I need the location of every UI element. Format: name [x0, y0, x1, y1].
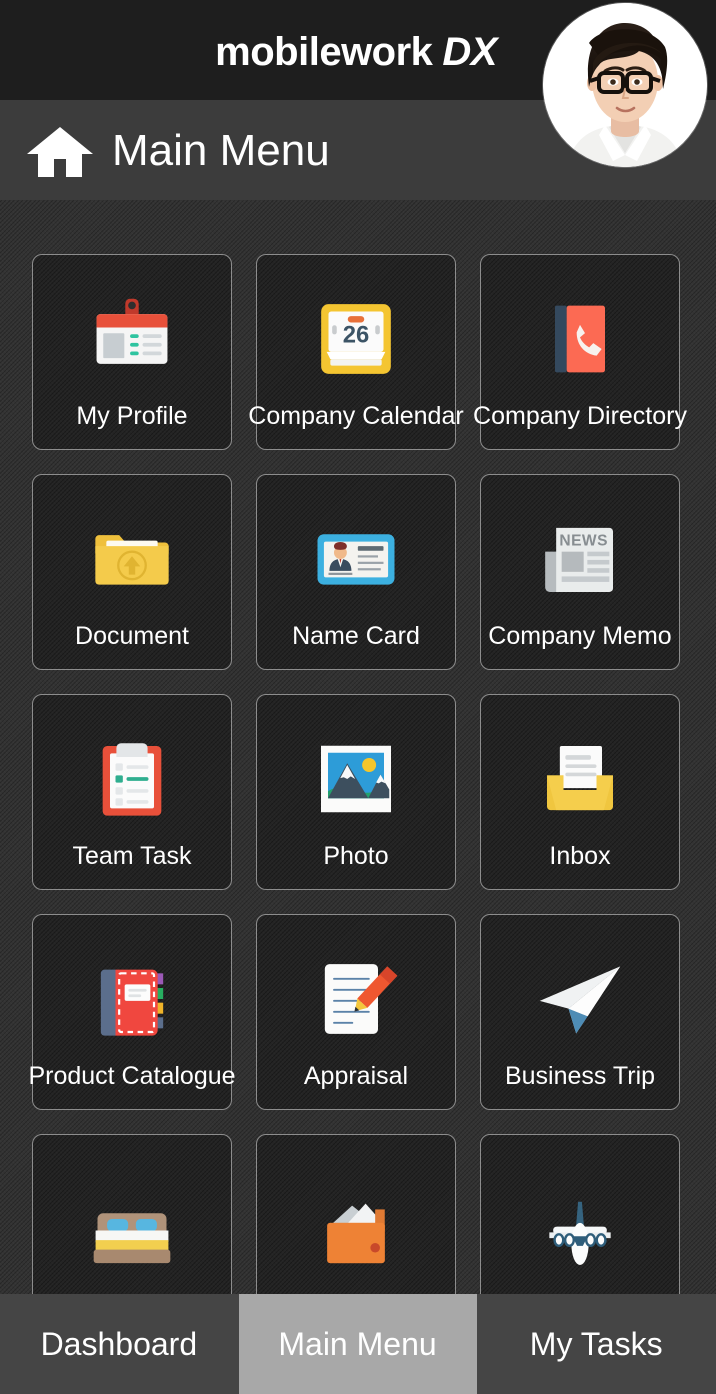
- menu-tile-label: Inbox: [549, 842, 611, 870]
- phone-book-icon: [532, 291, 628, 387]
- avatar[interactable]: [543, 3, 707, 167]
- menu-tile-label: Name Card: [292, 622, 420, 650]
- id-badge-icon: [84, 291, 180, 387]
- calendar-icon: 26: [308, 291, 404, 387]
- tab-main-menu[interactable]: Main Menu: [238, 1294, 478, 1394]
- notebook-icon: [84, 951, 180, 1047]
- menu-tile-label: Business Trip: [504, 1062, 656, 1090]
- menu-tile-company-calendar[interactable]: 26 Company Calendar: [248, 254, 464, 450]
- tab-my-tasks[interactable]: My Tasks: [477, 1294, 716, 1394]
- wallet-icon: [308, 1171, 404, 1267]
- bed-icon: [84, 1171, 180, 1267]
- inbox-tray-icon: [532, 731, 628, 827]
- bottom-tab-bar: Dashboard Main Menu My Tasks: [0, 1294, 716, 1394]
- menu-grid-area: My Profile 26 Company Calendar Company D…: [0, 200, 716, 1294]
- name-card-icon: [308, 511, 404, 607]
- menu-tile-label: Company Calendar: [248, 402, 464, 430]
- menu-tile-document[interactable]: Document: [32, 474, 232, 670]
- airplane-icon: [532, 1171, 628, 1267]
- menu-tile-inbox[interactable]: Inbox: [480, 694, 680, 890]
- newspaper-icon: NEWS: [532, 511, 628, 607]
- newspaper-masthead: NEWS: [559, 532, 608, 549]
- menu-tile-label: Product Catalogue: [28, 1062, 236, 1090]
- paper-plane-icon: [532, 951, 628, 1047]
- home-icon[interactable]: [26, 126, 94, 178]
- menu-tile-label: Photo: [323, 842, 389, 870]
- menu-tile-label: My Profile: [76, 402, 188, 430]
- menu-tile-label: Appraisal: [303, 1062, 409, 1090]
- photo-icon: [308, 731, 404, 827]
- menu-tile-accommodation[interactable]: [32, 1134, 232, 1294]
- menu-tile-product-catalogue[interactable]: Product Catalogue: [28, 914, 236, 1110]
- pencil-paper-icon: [308, 951, 404, 1047]
- menu-tile-business-trip[interactable]: Business Trip: [480, 914, 680, 1110]
- menu-tile-name-card[interactable]: Name Card: [256, 474, 456, 670]
- brand-name: mobilework: [215, 30, 433, 74]
- menu-tile-my-profile[interactable]: My Profile: [32, 254, 232, 450]
- tab-dashboard[interactable]: Dashboard: [0, 1294, 239, 1394]
- tab-label: My Tasks: [529, 1325, 663, 1362]
- clipboard-icon: [84, 731, 180, 827]
- menu-tile-appraisal[interactable]: Appraisal: [256, 914, 456, 1110]
- app-logo: mobilework DX: [215, 30, 497, 75]
- page-title: Main Menu: [112, 126, 330, 175]
- tab-label: Dashboard: [40, 1325, 198, 1362]
- menu-tile-label: Company Memo: [488, 622, 672, 650]
- menu-tile-company-memo[interactable]: NEWS Company Memo: [480, 474, 680, 670]
- menu-tile-label: Document: [75, 622, 189, 650]
- folder-upload-icon: [84, 511, 180, 607]
- menu-tile-company-directory[interactable]: Company Directory: [473, 254, 687, 450]
- menu-tile-label: Company Directory: [473, 402, 687, 430]
- app-screen: mobilework DX Main Menu My Profile 26 Co…: [0, 0, 716, 1394]
- menu-tile-photo[interactable]: Photo: [256, 694, 456, 890]
- menu-tile-team-task[interactable]: Team Task: [32, 694, 232, 890]
- menu-tile-label: Team Task: [72, 842, 192, 870]
- tab-label: Main Menu: [278, 1325, 437, 1362]
- menu-grid: My Profile 26 Company Calendar Company D…: [28, 254, 687, 1294]
- calendar-day-number: 26: [343, 322, 370, 349]
- menu-tile-expense[interactable]: [256, 1134, 456, 1294]
- menu-tile-flight[interactable]: [480, 1134, 680, 1294]
- brand-suffix: DX: [442, 30, 497, 74]
